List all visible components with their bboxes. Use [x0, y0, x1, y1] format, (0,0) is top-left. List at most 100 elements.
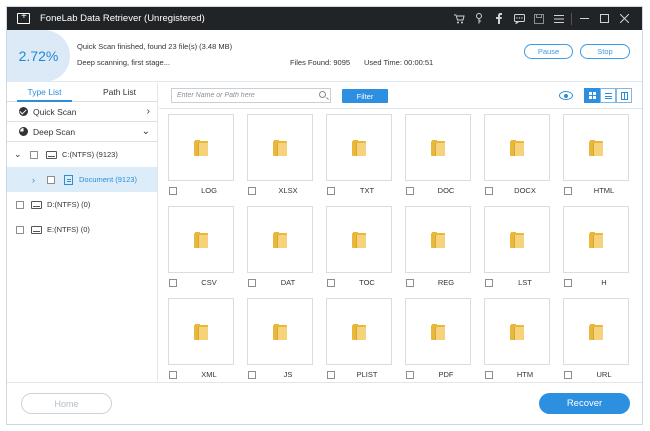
list-view-button[interactable]	[600, 88, 616, 103]
file-type-item[interactable]: HTM	[478, 298, 550, 381]
folder-thumbnail[interactable]	[484, 298, 550, 365]
tree-item-document[interactable]: › Document (9123)	[7, 167, 157, 192]
file-type-item[interactable]: PLIST	[320, 298, 392, 381]
tree-item-label: Document (9123)	[79, 175, 137, 184]
search-icon[interactable]	[319, 91, 326, 98]
search-box	[171, 88, 331, 103]
file-type-item[interactable]: LST	[478, 206, 550, 296]
item-checkbox[interactable]	[485, 187, 493, 195]
grid-view-button[interactable]	[584, 88, 600, 103]
folder-thumbnail[interactable]	[168, 206, 234, 273]
item-checkbox[interactable]	[248, 371, 256, 379]
folder-thumbnail[interactable]	[405, 206, 471, 273]
minimize-icon[interactable]	[574, 7, 594, 30]
tree-item-c-drive[interactable]: ⌄ C:(NTFS) (9123)	[7, 142, 157, 167]
tree-item-d-drive[interactable]: D:(NTFS) (0)	[7, 192, 157, 217]
file-type-item[interactable]: URL	[557, 298, 629, 381]
item-checkbox[interactable]	[327, 279, 335, 287]
tab-type-list[interactable]: Type List	[7, 83, 82, 102]
file-type-item[interactable]: LOG	[162, 114, 234, 204]
search-input[interactable]	[172, 89, 312, 102]
file-type-item[interactable]: TOC	[320, 206, 392, 296]
folder-thumbnail[interactable]	[247, 114, 313, 181]
file-type-item[interactable]: DAT	[241, 206, 313, 296]
item-checkbox[interactable]	[248, 279, 256, 287]
item-checkbox[interactable]	[248, 187, 256, 195]
item-checkbox[interactable]	[564, 187, 572, 195]
tab-path-list[interactable]: Path List	[82, 83, 157, 101]
eye-icon[interactable]	[559, 91, 573, 100]
deep-scan-row[interactable]: Deep Scan ⌄	[7, 122, 157, 142]
stop-button[interactable]: Stop	[580, 44, 630, 59]
detail-view-button[interactable]	[616, 88, 632, 103]
folder-thumbnail[interactable]	[484, 206, 550, 273]
recover-button[interactable]: Recover	[539, 393, 630, 414]
item-checkbox[interactable]	[406, 187, 414, 195]
file-type-item[interactable]: JS	[241, 298, 313, 381]
chevron-down-icon[interactable]: ⌄	[142, 126, 150, 137]
save-icon[interactable]	[529, 7, 549, 30]
folder-thumbnail[interactable]	[563, 206, 629, 273]
pause-button[interactable]: Pause	[524, 44, 573, 59]
facebook-icon[interactable]	[489, 7, 509, 30]
app-window: FoneLab Data Retriever (Unregistered)	[6, 6, 643, 425]
file-type-item[interactable]: DOC	[399, 114, 471, 204]
folder-thumbnail[interactable]	[326, 206, 392, 273]
maximize-icon[interactable]	[594, 7, 614, 30]
key-icon[interactable]	[469, 7, 489, 30]
c-drive-checkbox[interactable]	[30, 150, 38, 159]
folder-icon	[194, 323, 208, 340]
quick-scan-row[interactable]: Quick Scan ›	[7, 102, 157, 122]
folder-thumbnail[interactable]	[405, 114, 471, 181]
item-checkbox[interactable]	[406, 279, 414, 287]
home-button[interactable]: Home	[21, 393, 112, 414]
filter-button[interactable]: Filter	[342, 89, 388, 103]
document-checkbox[interactable]	[47, 175, 55, 184]
item-checkbox[interactable]	[169, 279, 177, 287]
file-type-item[interactable]: HTML	[557, 114, 629, 204]
file-type-label: TXT	[359, 186, 375, 195]
tree-item-e-drive[interactable]: E:(NTFS) (0)	[7, 217, 157, 242]
e-drive-checkbox[interactable]	[16, 225, 24, 234]
item-checkbox[interactable]	[406, 371, 414, 379]
file-type-item[interactable]: XLSX	[241, 114, 313, 204]
folder-thumbnail[interactable]	[405, 298, 471, 365]
file-type-item[interactable]: PDF	[399, 298, 471, 381]
chat-icon[interactable]	[509, 7, 529, 30]
cart-icon[interactable]	[449, 7, 469, 30]
progress-percent: 2.72%	[18, 48, 59, 64]
folder-thumbnail[interactable]	[484, 114, 550, 181]
chevron-right-icon[interactable]: ›	[32, 175, 35, 185]
folder-thumbnail[interactable]	[247, 206, 313, 273]
item-checkbox[interactable]	[564, 279, 572, 287]
file-type-label: PLIST	[356, 370, 378, 379]
close-icon[interactable]	[614, 7, 634, 30]
item-checkbox[interactable]	[169, 371, 177, 379]
file-type-item[interactable]: DOCX	[478, 114, 550, 204]
item-checkbox[interactable]	[564, 371, 572, 379]
file-type-item[interactable]: TXT	[320, 114, 392, 204]
toolbar: Filter	[159, 83, 642, 109]
file-type-item[interactable]: H	[557, 206, 629, 296]
folder-thumbnail[interactable]	[168, 114, 234, 181]
folder-thumbnail[interactable]	[168, 298, 234, 365]
item-checkbox[interactable]	[485, 371, 493, 379]
menu-icon[interactable]	[549, 7, 569, 30]
item-checkbox[interactable]	[327, 371, 335, 379]
chevron-right-icon[interactable]: ›	[147, 106, 150, 117]
folder-thumbnail[interactable]	[563, 114, 629, 181]
item-checkbox[interactable]	[169, 187, 177, 195]
d-drive-checkbox[interactable]	[16, 200, 24, 209]
folder-thumbnail[interactable]	[563, 298, 629, 365]
item-checkbox[interactable]	[485, 279, 493, 287]
chevron-down-icon[interactable]: ⌄	[14, 149, 22, 160]
item-checkbox[interactable]	[327, 187, 335, 195]
folder-thumbnail[interactable]	[247, 298, 313, 365]
file-type-item[interactable]: REG	[399, 206, 471, 296]
folder-thumbnail[interactable]	[326, 298, 392, 365]
deep-scan-stage: Deep scanning, first stage...	[77, 58, 170, 67]
file-type-label: URL	[596, 370, 612, 379]
file-type-item[interactable]: CSV	[162, 206, 234, 296]
file-type-item[interactable]: XML	[162, 298, 234, 381]
folder-thumbnail[interactable]	[326, 114, 392, 181]
